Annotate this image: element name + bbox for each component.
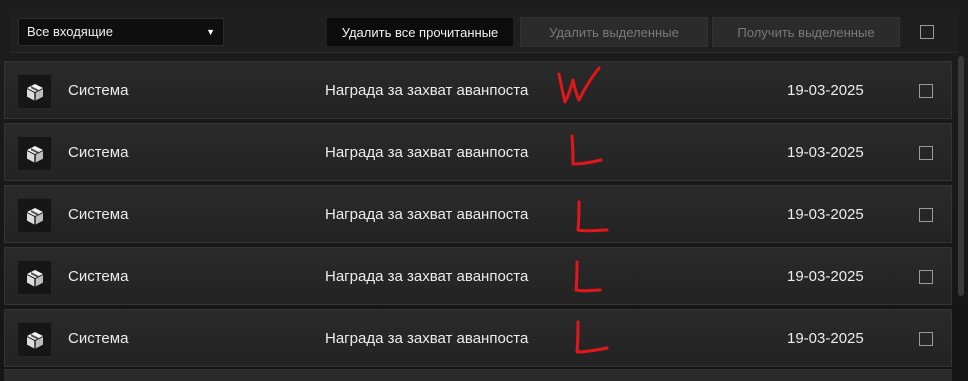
message-select-checkbox[interactable] [919, 332, 933, 346]
message-sender: Система [68, 144, 129, 161]
message-row[interactable]: Система Награда за захват аванпоста 19-0… [4, 123, 952, 181]
message-subject: Награда за захват аванпоста [325, 206, 529, 223]
handwritten-l-mark [570, 134, 603, 166]
message-date: 19-03-2025 [787, 144, 864, 161]
message-date: 19-03-2025 [787, 268, 864, 285]
message-select-checkbox[interactable] [919, 270, 933, 284]
inbox-filter-label: Все входящие [27, 24, 114, 39]
message-sender: Система [68, 268, 129, 285]
mail-toolbar: Все входящие ▼ Удалить все прочитанные У… [10, 10, 958, 53]
next-row-partial [4, 369, 952, 381]
message-sender: Система [68, 82, 129, 99]
delete-read-button[interactable]: Удалить все прочитанные [326, 17, 514, 47]
handwritten-w-mark [557, 66, 601, 104]
message-date: 19-03-2025 [787, 330, 864, 347]
message-sender: Система [68, 206, 129, 223]
mailbox-window: Все входящие ▼ Удалить все прочитанные У… [0, 0, 968, 381]
message-row[interactable]: Система Награда за захват аванпоста 19-0… [4, 61, 952, 119]
delete-selected-button[interactable]: Удалить выделенные [520, 17, 708, 47]
message-date: 19-03-2025 [787, 206, 864, 223]
package-icon [17, 74, 52, 109]
message-subject: Награда за захват аванпоста [325, 82, 529, 99]
select-all-checkbox[interactable] [920, 25, 934, 39]
message-subject: Награда за захват аванпоста [325, 144, 529, 161]
message-row[interactable]: Система Награда за захват аванпоста 19-0… [4, 247, 952, 305]
message-subject: Награда за захват аванпоста [325, 268, 529, 285]
inbox-filter-dropdown[interactable]: Все входящие ▼ [18, 18, 224, 46]
chevron-down-icon: ▼ [206, 27, 215, 37]
message-select-checkbox[interactable] [919, 208, 933, 222]
message-row[interactable]: Система Награда за захват аванпоста 19-0… [4, 185, 952, 243]
handwritten-l-mark [576, 200, 609, 233]
message-select-checkbox[interactable] [919, 146, 933, 160]
package-icon [17, 198, 52, 233]
package-icon [17, 136, 52, 171]
handwritten-l-mark [574, 260, 602, 293]
receive-selected-button[interactable]: Получить выделенные [712, 17, 900, 47]
package-icon [17, 260, 52, 295]
package-icon [17, 322, 52, 357]
message-subject: Награда за захват аванпоста [325, 330, 529, 347]
message-select-checkbox[interactable] [919, 84, 933, 98]
message-sender: Система [68, 330, 129, 347]
list-scrollbar[interactable] [958, 56, 964, 296]
handwritten-l-mark [575, 320, 609, 354]
message-row[interactable]: Система Награда за захват аванпоста 19-0… [4, 309, 952, 367]
message-date: 19-03-2025 [787, 82, 864, 99]
